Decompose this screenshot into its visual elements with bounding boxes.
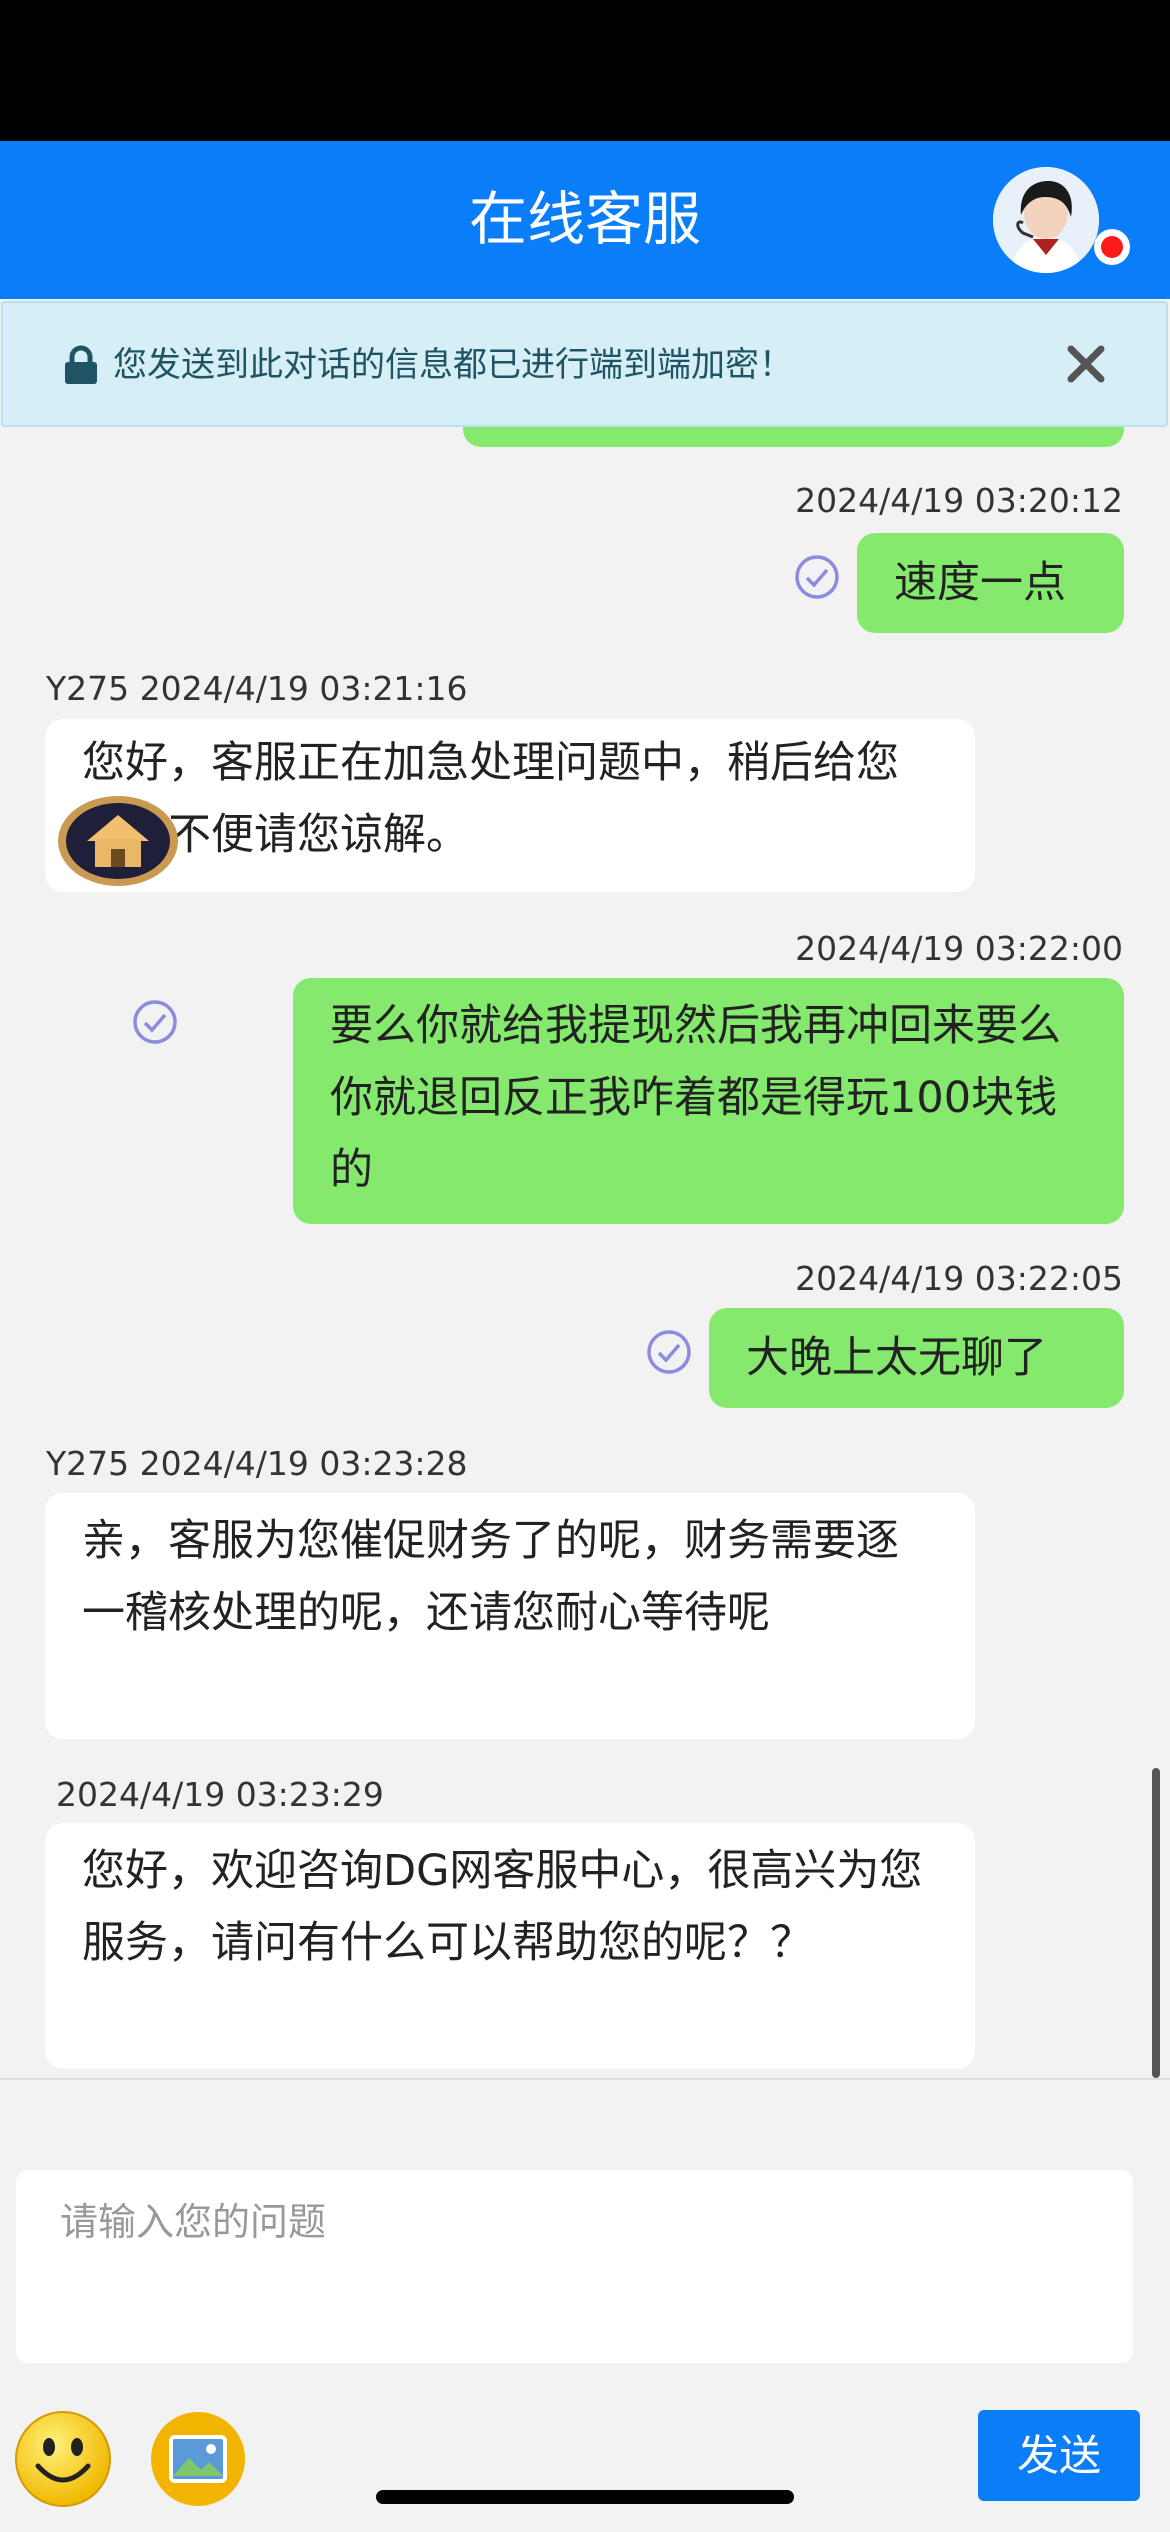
outgoing-message-bubble: 速度一点 (857, 533, 1124, 633)
check-circle-icon (795, 555, 839, 599)
send-button[interactable]: 发送 (978, 2410, 1140, 2501)
message-timestamp: 2024/4/19 03:22:00 (795, 929, 1123, 968)
outgoing-message-bubble-partial (463, 427, 1124, 447)
close-icon[interactable] (1061, 339, 1111, 389)
smiley-icon[interactable] (14, 2410, 112, 2508)
incoming-message-bubble: 您好，欢迎咨询DG网客服中心，很高兴为您服务，请问有什么可以帮助您的呢？？ (45, 1823, 975, 2069)
lock-icon (65, 345, 97, 384)
message-timestamp: 2024/4/19 03:22:05 (795, 1259, 1123, 1298)
home-icon[interactable] (55, 793, 181, 889)
image-icon[interactable] (149, 2410, 247, 2508)
incoming-message-bubble: 您好，客服正在加急处理问题中，稍后给您带来不便请您谅解。 (45, 719, 975, 892)
outgoing-message-bubble: 大晚上太无聊了 (709, 1308, 1124, 1408)
outgoing-message-bubble: 要么你就给我提现然后我再冲回来要么你就退回反正我咋着都是得玩100块钱的 (293, 978, 1124, 1224)
chat-history[interactable]: 2024/4/19 03:20:12 速度一点 Y275 2024/4/19 0… (0, 427, 1170, 2077)
incoming-message-bubble: 亲，客服为您催促财务了的呢，财务需要逐一稽核处理的呢，还请您耐心等待呢 (45, 1493, 975, 1739)
agent-avatar[interactable] (993, 167, 1099, 273)
composer-divider (0, 2078, 1170, 2080)
notice-text: 您发送到此对话的信息都已进行端到端加密！ (113, 345, 793, 385)
message-input-box[interactable] (16, 2170, 1133, 2363)
message-timestamp: 2024/4/19 03:20:12 (795, 481, 1123, 520)
check-circle-icon (647, 1330, 691, 1374)
message-timestamp: 2024/4/19 03:23:29 (56, 1775, 384, 1814)
message-timestamp: Y275 2024/4/19 03:21:16 (46, 669, 468, 708)
online-status-dot (1094, 229, 1130, 265)
encryption-notice: 您发送到此对话的信息都已进行端到端加密！ (1, 301, 1168, 427)
home-indicator (376, 2490, 794, 2504)
status-bar (0, 0, 1170, 141)
chat-scrollbar[interactable] (1152, 1768, 1160, 2078)
header: 在线客服 (0, 141, 1170, 299)
message-input[interactable] (16, 2170, 1133, 2363)
check-circle-icon (133, 1000, 177, 1044)
message-timestamp: Y275 2024/4/19 03:23:28 (46, 1444, 468, 1483)
